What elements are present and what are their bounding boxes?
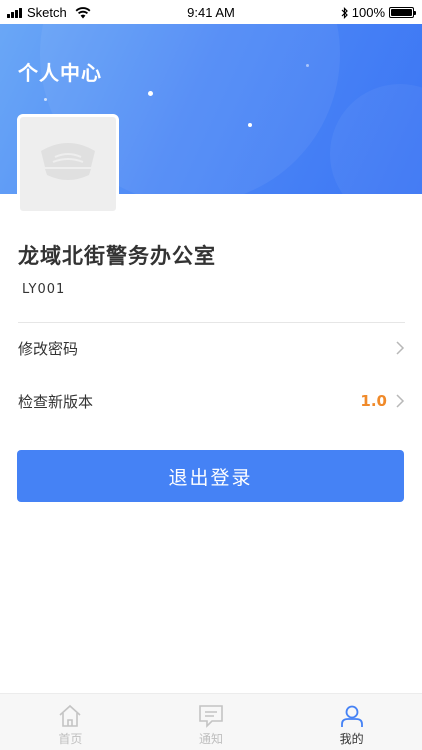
divider: [18, 322, 405, 323]
decor-dot: [306, 64, 309, 67]
message-icon: [199, 705, 223, 728]
battery-percent: 100%: [351, 5, 385, 20]
avatar[interactable]: [17, 114, 119, 214]
logout-button[interactable]: 退出登录: [17, 450, 404, 502]
tab-label: 通知: [199, 732, 224, 746]
decor-circle: [330, 84, 422, 194]
version-value: 1.0: [360, 392, 387, 410]
page-title: 个人中心: [18, 61, 102, 85]
decor-dot: [44, 98, 47, 101]
change-password-label: 修改密码: [18, 339, 79, 358]
tab-bar: 首页 通知 我的: [0, 693, 422, 750]
police-cap-icon: [41, 143, 95, 180]
org-name: 龙域北街警务办公室: [18, 244, 216, 268]
chevron-right-icon: [396, 341, 405, 355]
tab-mine[interactable]: 我的: [281, 694, 422, 750]
battery-fill: [391, 9, 412, 16]
menu-right: [395, 340, 405, 356]
check-version-row[interactable]: 检查新版本 1.0: [18, 383, 405, 419]
status-right: 100%: [341, 5, 416, 20]
tab-label: 首页: [58, 732, 83, 746]
change-password-row[interactable]: 修改密码: [18, 330, 405, 366]
tab-notifications[interactable]: 通知: [141, 694, 282, 750]
decor-dot: [248, 123, 252, 127]
menu-right: 1.0: [360, 392, 405, 410]
home-icon: [59, 704, 81, 727]
bluetooth-icon: [341, 6, 348, 19]
org-code: LY001: [22, 282, 66, 297]
chevron-right-icon: [396, 394, 405, 408]
status-bar: Sketch 9:41 AM 100%: [0, 0, 422, 24]
check-version-label: 检查新版本: [18, 392, 94, 411]
tab-home[interactable]: 首页: [0, 694, 141, 750]
user-icon: [340, 705, 363, 727]
tab-label: 我的: [339, 732, 364, 746]
battery-icon: [389, 7, 416, 18]
decor-dot: [148, 91, 153, 96]
